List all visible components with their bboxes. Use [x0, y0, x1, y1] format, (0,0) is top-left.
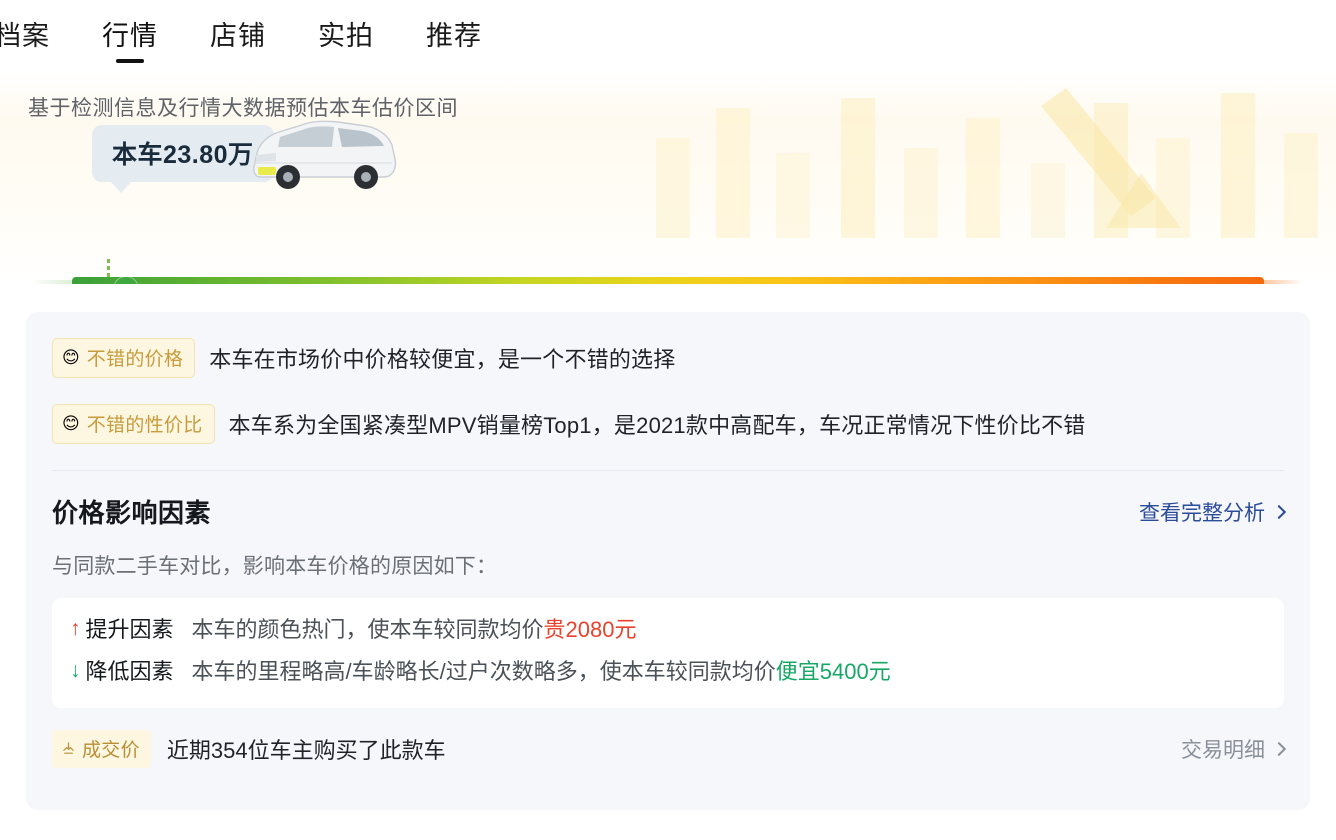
tag-row-value: 😊 不错的性价比 本车系为全国紧凑型MPV销量榜Top1，是2021款中高配车，… — [52, 404, 1284, 444]
tag-row-price: 😊 不错的价格 本车在市场价中价格较便宜，是一个不错的选择 — [52, 338, 1284, 378]
tab-label: 行情 — [102, 21, 158, 51]
top-nav: 档案 行情 店铺 实拍 推荐 — [0, 0, 1336, 72]
deal-left: 成交价 近期354位车主购买了此款车 — [52, 730, 446, 768]
handshake-icon — [63, 742, 74, 754]
tab-label: 店铺 — [210, 21, 266, 51]
current-price-text: 本车23.80万 — [112, 141, 254, 169]
badge-deal-price: 成交价 — [52, 730, 151, 768]
badge-label: 不错的性价比 — [86, 415, 203, 436]
tab-label: 推荐 — [426, 21, 482, 51]
factor-label-down: 降低因素 — [85, 659, 174, 684]
smiley-icon: 😊 — [62, 414, 80, 433]
factor-text-down: 本车的里程略高/车龄略长/过户次数略多，使本车较同款均价便宜5400元 — [192, 654, 891, 686]
factor-text-up-body: 本车的颜色热门，使本车较同款均价 — [191, 617, 544, 642]
badge-sentence: 本车系为全国紧凑型MPV销量榜Top1，是2021款中高配车，车况正常情况下性价… — [228, 413, 1086, 438]
factor-amount-down: 便宜5400元 — [775, 659, 891, 684]
bar-right-fade — [1259, 280, 1304, 284]
arrow-down-icon: ↓ — [70, 658, 81, 682]
tab-shipai[interactable]: 实拍 — [292, 0, 400, 72]
tab-tuijian[interactable]: 推荐 — [400, 0, 508, 72]
badge-good-value: 😊 不错的性价比 — [52, 404, 215, 444]
smiley-icon: 😊 — [62, 348, 80, 367]
factors-title: 价格影响因素 — [52, 498, 212, 528]
factor-text-down-body: 本车的里程略高/车龄略长/过户次数略多，使本车较同款均价 — [191, 659, 776, 684]
full-analysis-link[interactable]: 查看完整分析 — [1139, 497, 1287, 527]
tab-label: 档案 — [0, 21, 50, 51]
deal-detail-label: 交易明细 — [1181, 739, 1265, 762]
badge-sentence: 本车在市场价中价格较便宜，是一个不错的选择 — [209, 347, 676, 372]
deal-detail-link[interactable]: 交易明细 — [1181, 734, 1287, 764]
deal-row: 成交价 近期354位车主购买了此款车 交易明细 — [52, 730, 1287, 768]
tab-hangqing[interactable]: 行情 — [76, 0, 184, 72]
badge-good-price: 😊 不错的价格 — [52, 338, 196, 378]
factor-amount-up: 贵2080元 — [543, 617, 637, 642]
tab-dianpu[interactable]: 店铺 — [184, 0, 292, 72]
factor-row-up: ↑ 提升因素 本车的颜色热门，使本车较同款均价贵2080元 — [70, 612, 1284, 644]
car-image — [253, 120, 397, 189]
chevron-right-icon — [1271, 504, 1287, 519]
factor-row-down: ↓ 降低因素 本车的里程略高/车龄略长/过户次数略多，使本车较同款均价便宜540… — [70, 654, 1284, 686]
deal-text: 近期354位车主购买了此款车 — [166, 738, 446, 763]
factor-label-up: 提升因素 — [85, 617, 174, 642]
section-divider — [52, 470, 1284, 471]
analysis-card: 😊 不错的价格 本车在市场价中价格较便宜，是一个不错的选择 😊 不错的性价比 本… — [26, 312, 1310, 810]
active-tab-underline — [116, 59, 144, 63]
deal-badge-label: 成交价 — [82, 740, 140, 761]
tab-label: 实拍 — [318, 21, 374, 51]
tab-dangan[interactable]: 档案 — [0, 0, 76, 72]
factor-text-up: 本车的颜色热门，使本车较同款均价贵2080元 — [192, 612, 637, 644]
market-price-page: 档案 行情 店铺 实拍 推荐 基于检测信息及行情大数据预估本车估价区间 本车23… — [0, 0, 1336, 840]
chevron-right-icon — [1271, 741, 1287, 757]
arrow-up-icon: ↑ — [70, 616, 81, 640]
price-marker[interactable] — [113, 277, 138, 284]
current-price-bubble-wrap: 本车23.80万 — [92, 120, 397, 193]
badge-label: 不错的价格 — [86, 349, 184, 370]
background-chart-decoration — [656, 88, 1318, 238]
factors-box: ↑ 提升因素 本车的颜色热门，使本车较同款均价贵2080元 ↓ 降低因素 本车的… — [52, 598, 1284, 708]
price-gradient-bar — [72, 277, 1264, 284]
price-estimate-banner: 基于检测信息及行情大数据预估本车估价区间 本车23.80万 — [0, 72, 1336, 284]
price-range-bar-area — [0, 277, 1336, 284]
factors-header: 价格影响因素 查看完整分析 — [52, 493, 1287, 530]
factors-subtitle: 与同款二手车对比，影响本车价格的原因如下： — [52, 555, 498, 578]
full-analysis-label: 查看完整分析 — [1139, 501, 1265, 525]
